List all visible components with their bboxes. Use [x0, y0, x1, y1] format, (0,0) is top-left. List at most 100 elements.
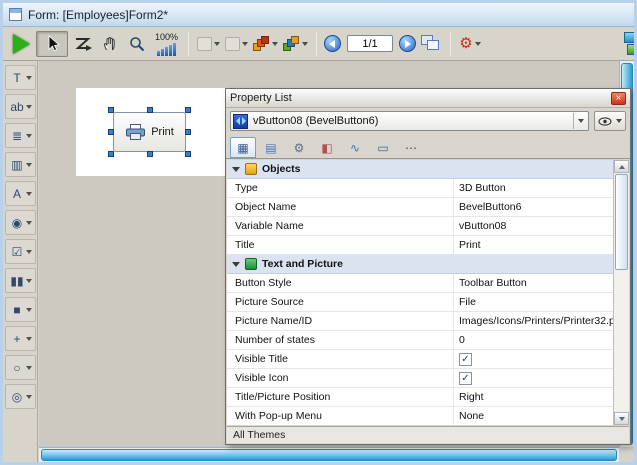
- scroll-down-button[interactable]: [614, 412, 629, 425]
- theme-filter[interactable]: All Themes: [227, 426, 629, 443]
- object-selector-row: vButton08 (BevelButton6): [226, 108, 630, 134]
- chevron-down-icon[interactable]: [26, 279, 32, 283]
- objects-section-icon: [245, 163, 257, 175]
- property-value[interactable]: 0: [453, 331, 613, 349]
- windows-list-button[interactable]: [419, 31, 443, 57]
- chevron-down-icon[interactable]: [26, 308, 32, 312]
- previous-page-button[interactable]: [324, 35, 341, 52]
- zoom-level-control[interactable]: 100%: [152, 29, 181, 59]
- pointer-tool-button[interactable]: [36, 31, 68, 57]
- dropdown-arrow[interactable]: [573, 113, 586, 129]
- tab-styles[interactable]: ◧: [314, 137, 340, 158]
- scroll-up-button[interactable]: [614, 160, 629, 173]
- palette-tool-checkbox[interactable]: ☑: [5, 239, 36, 264]
- zoom-tool-button[interactable]: [125, 31, 149, 57]
- plugin-tool-icon: ◎: [9, 390, 26, 404]
- alignment-tool-button[interactable]: [196, 31, 221, 57]
- palette-tool-input[interactable]: ab: [5, 94, 36, 119]
- palette-tool-listbox[interactable]: ≣: [5, 123, 36, 148]
- collapse-triangle-icon[interactable]: [232, 262, 240, 267]
- selected-object[interactable]: Print: [110, 109, 189, 155]
- tab-display[interactable]: ▭: [370, 137, 396, 158]
- chevron-down-icon[interactable]: [26, 192, 32, 196]
- styles-tab-icon: ◧: [321, 141, 332, 155]
- tab-settings[interactable]: ⚙: [286, 137, 312, 158]
- property-value[interactable]: Print: [453, 236, 613, 254]
- property-value[interactable]: 3D Button: [453, 179, 613, 197]
- print-button-object[interactable]: Print: [113, 112, 186, 152]
- zoom-level-label: 100%: [155, 32, 178, 42]
- property-name: Variable Name: [227, 217, 453, 235]
- pan-tool-button[interactable]: [98, 31, 122, 57]
- chevron-down-icon[interactable]: [26, 105, 32, 109]
- property-list-titlebar[interactable]: Property List ×: [226, 89, 630, 108]
- palette-tool-plugin[interactable]: ◎: [5, 384, 36, 409]
- clipped-toolbar-icon[interactable]: [624, 31, 634, 57]
- chevron-down-icon[interactable]: [26, 221, 32, 225]
- palette-tool-radio[interactable]: ◉: [5, 210, 36, 235]
- palette-tool-text[interactable]: T: [5, 65, 36, 90]
- palette-tool-oval[interactable]: ○: [5, 355, 36, 380]
- chevron-down-icon[interactable]: [26, 76, 32, 80]
- chevron-down-icon[interactable]: [26, 366, 32, 370]
- property-value[interactable]: Right: [453, 388, 613, 406]
- selection-handle[interactable]: [147, 107, 153, 113]
- tab-coordinates[interactable]: ▤: [258, 137, 284, 158]
- property-value[interactable]: BevelButton6: [453, 198, 613, 216]
- toolbar-separator: [188, 32, 189, 56]
- checkbox-checked-icon[interactable]: ✓: [459, 372, 472, 385]
- checkbox-checked-icon[interactable]: ✓: [459, 353, 472, 366]
- view-options-button[interactable]: [594, 111, 626, 131]
- form-settings-button[interactable]: ⚙: [458, 31, 482, 57]
- chevron-down-icon[interactable]: [26, 163, 32, 167]
- palette-tool-buttongrid[interactable]: ▮▮: [5, 268, 36, 293]
- run-form-button[interactable]: [9, 31, 33, 57]
- palette-tool-splitter[interactable]: +: [5, 326, 36, 351]
- tab-objects[interactable]: ▦: [230, 137, 256, 158]
- selection-handle[interactable]: [147, 151, 153, 157]
- page-indicator[interactable]: 1/1: [347, 35, 393, 52]
- property-row-variable-name: Variable Name vButton08: [227, 217, 613, 236]
- chevron-down-icon[interactable]: [26, 337, 32, 341]
- property-value[interactable]: File: [453, 293, 613, 311]
- section-text-and-picture[interactable]: Text and Picture: [227, 255, 613, 274]
- canvas-horizontal-scrollbar[interactable]: [39, 447, 619, 462]
- property-scroll-thumb[interactable]: [615, 174, 628, 270]
- selection-handle[interactable]: [185, 129, 191, 135]
- object-selector-dropdown[interactable]: vButton08 (BevelButton6): [230, 111, 589, 131]
- property-value[interactable]: Toolbar Button: [453, 274, 613, 292]
- distribution-tool-button[interactable]: [224, 31, 249, 57]
- selection-handle[interactable]: [108, 129, 114, 135]
- selection-handle[interactable]: [185, 107, 191, 113]
- property-name: Title: [227, 236, 453, 254]
- tab-events[interactable]: ∿: [342, 137, 368, 158]
- palette-tool-combobox[interactable]: ▥: [5, 152, 36, 177]
- property-list-scrollbar[interactable]: [613, 160, 629, 425]
- level-tool-button[interactable]: [252, 31, 279, 57]
- property-value[interactable]: ✓: [453, 369, 613, 387]
- window-titlebar[interactable]: Form: [Employees]Form2*: [3, 3, 634, 27]
- horizontal-scroll-thumb[interactable]: [41, 449, 617, 461]
- selection-handle[interactable]: [108, 107, 114, 113]
- chevron-down-icon[interactable]: [26, 250, 32, 254]
- property-value[interactable]: None: [453, 407, 613, 425]
- form-window-icon: [9, 8, 22, 21]
- selection-handle[interactable]: [185, 151, 191, 157]
- tab-more[interactable]: ⋯: [398, 137, 424, 158]
- property-value[interactable]: vButton08: [453, 217, 613, 235]
- next-page-button[interactable]: [399, 35, 416, 52]
- group-tool-button[interactable]: [282, 31, 309, 57]
- close-button[interactable]: ×: [611, 92, 626, 105]
- chevron-down-icon[interactable]: [26, 395, 32, 399]
- collapse-triangle-icon[interactable]: [232, 167, 240, 172]
- palette-tool-rectangle[interactable]: ■: [5, 297, 36, 322]
- section-objects[interactable]: Objects: [227, 160, 613, 179]
- chevron-down-icon[interactable]: [26, 134, 32, 138]
- palette-tool-label[interactable]: A: [5, 181, 36, 206]
- property-list-title: Property List: [230, 92, 292, 104]
- selection-handle[interactable]: [108, 151, 114, 157]
- input-tool-icon: ab: [9, 100, 26, 114]
- property-value[interactable]: Images/Icons/Printers/Printer32.png: [453, 312, 613, 330]
- entry-order-tool-button[interactable]: [71, 31, 95, 57]
- property-value[interactable]: ✓: [453, 350, 613, 368]
